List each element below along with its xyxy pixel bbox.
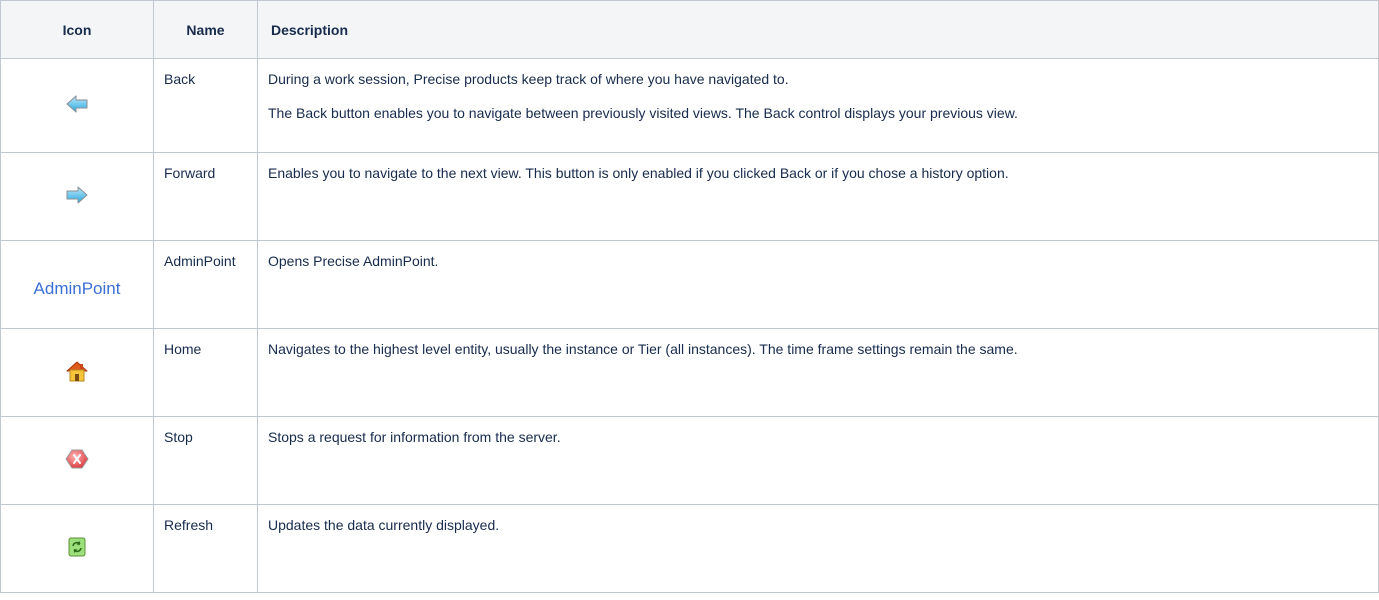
description-cell: Navigates to the highest level entity, u… bbox=[257, 328, 1379, 417]
forward-arrow-icon bbox=[66, 186, 88, 204]
row-description: Stops a request for information from the… bbox=[268, 429, 561, 445]
name-cell: Stop bbox=[153, 416, 258, 505]
column-header-icon: Icon bbox=[0, 0, 154, 59]
row-description: During a work session, Precise products … bbox=[268, 71, 789, 87]
row-name: Forward bbox=[164, 165, 216, 181]
row-name: Back bbox=[164, 71, 196, 87]
table-row: Back During a work session, Precise prod… bbox=[0, 58, 1379, 153]
row-description: Enables you to navigate to the next view… bbox=[268, 165, 1009, 181]
column-header-description: Description bbox=[257, 0, 1379, 59]
description-cell: Opens Precise AdminPoint. bbox=[257, 240, 1379, 329]
table-row: Stop Stops a request for information fro… bbox=[0, 416, 1379, 505]
icon-reference-table: Icon Name Description Back During a work… bbox=[0, 0, 1379, 593]
icon-cell bbox=[0, 504, 154, 593]
name-cell: Refresh bbox=[153, 504, 258, 593]
row-name: Refresh bbox=[164, 517, 214, 533]
stop-icon bbox=[65, 449, 89, 469]
description-cell: Enables you to navigate to the next view… bbox=[257, 152, 1379, 241]
row-description: Navigates to the highest level entity, u… bbox=[268, 341, 1018, 357]
description-cell: During a work session, Precise products … bbox=[257, 58, 1379, 153]
description-cell: Stops a request for information from the… bbox=[257, 416, 1379, 505]
row-name: AdminPoint bbox=[164, 253, 236, 269]
row-name: Stop bbox=[164, 429, 193, 445]
icon-cell bbox=[0, 152, 154, 241]
row-description: The Back button enables you to navigate … bbox=[268, 105, 1018, 121]
icon-cell bbox=[0, 416, 154, 505]
icon-cell: AdminPoint bbox=[0, 240, 154, 329]
row-description: Opens Precise AdminPoint. bbox=[268, 253, 439, 269]
name-cell: AdminPoint bbox=[153, 240, 258, 329]
back-arrow-icon bbox=[66, 95, 88, 113]
home-icon bbox=[65, 360, 89, 382]
name-cell: Home bbox=[153, 328, 258, 417]
row-name: Home bbox=[164, 341, 202, 357]
table-row: Forward Enables you to navigate to the n… bbox=[0, 152, 1379, 241]
name-cell: Back bbox=[153, 58, 258, 153]
name-cell: Forward bbox=[153, 152, 258, 241]
table-row: Refresh Updates the data currently displ… bbox=[0, 504, 1379, 593]
icon-cell bbox=[0, 58, 154, 153]
refresh-icon bbox=[68, 537, 86, 557]
column-header-name: Name bbox=[153, 0, 258, 59]
adminpoint-text-icon: AdminPoint bbox=[33, 278, 121, 298]
description-cell: Updates the data currently displayed. bbox=[257, 504, 1379, 593]
table-header-row: Icon Name Description bbox=[0, 0, 1379, 59]
row-description: Updates the data currently displayed. bbox=[268, 517, 500, 533]
table-row: Home Navigates to the highest level enti… bbox=[0, 328, 1379, 417]
table-row: AdminPoint AdminPoint Opens Precise Admi… bbox=[0, 240, 1379, 329]
icon-cell bbox=[0, 328, 154, 417]
